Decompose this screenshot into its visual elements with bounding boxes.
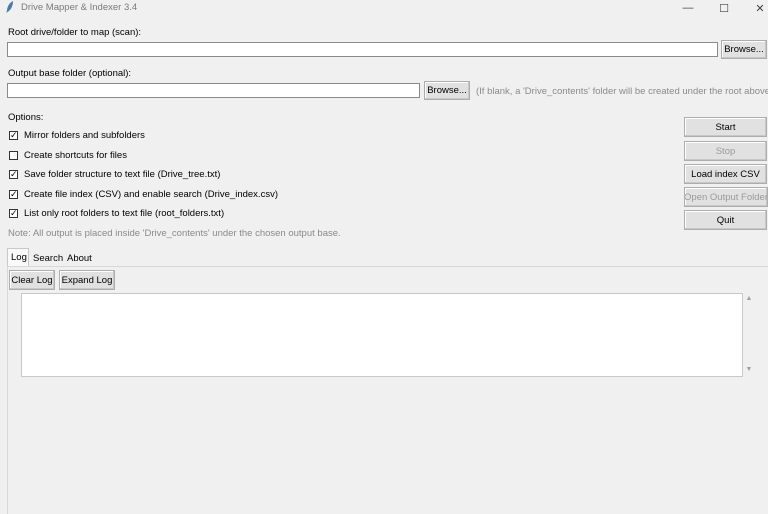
clear-log-button[interactable]: Clear Log — [9, 270, 55, 290]
tab-panel-border — [7, 267, 8, 514]
option-save-tree[interactable]: ✓ Save folder structure to text file (Dr… — [9, 169, 220, 180]
output-browse-button[interactable]: Browse... — [424, 81, 470, 100]
option-label: Create shortcuts for files — [24, 150, 127, 161]
quit-button[interactable]: Quit — [684, 210, 767, 230]
scroll-up-icon[interactable]: ▲ — [744, 294, 754, 304]
checkbox-create-shortcuts[interactable] — [9, 151, 18, 160]
output-folder-input[interactable] — [7, 83, 420, 98]
output-hint: (If blank, a 'Drive_contents' folder wil… — [476, 86, 768, 97]
root-browse-button[interactable]: Browse... — [721, 40, 767, 59]
option-label: List only root folders to text file (roo… — [24, 208, 225, 219]
tab-log-label: Log — [11, 252, 27, 263]
checkbox-root-folders[interactable]: ✓ — [9, 209, 18, 218]
expand-log-button[interactable]: Expand Log — [59, 270, 115, 290]
title-bar: Drive Mapper & Indexer 3.4 — ☐ ✕ — [0, 0, 768, 16]
maximize-icon: ☐ — [719, 2, 729, 15]
checkbox-file-index[interactable]: ✓ — [9, 190, 18, 199]
window-title: Drive Mapper & Indexer 3.4 — [21, 2, 138, 13]
tab-divider — [7, 266, 768, 267]
start-button[interactable]: Start — [684, 117, 767, 137]
option-label: Create file index (CSV) and enable searc… — [24, 189, 278, 200]
feather-icon — [6, 1, 13, 13]
close-icon: ✕ — [755, 2, 765, 15]
option-label: Mirror folders and subfolders — [24, 130, 145, 141]
load-index-button[interactable]: Load index CSV — [684, 164, 767, 184]
tab-log[interactable]: Log — [7, 248, 29, 266]
open-output-folder-button[interactable]: Open Output Folder — [684, 187, 768, 207]
checkbox-save-tree[interactable]: ✓ — [9, 170, 18, 179]
checkbox-mirror-folders[interactable]: ✓ — [9, 131, 18, 140]
tab-search[interactable]: Search — [33, 250, 63, 266]
scroll-down-icon[interactable]: ▼ — [744, 365, 754, 375]
output-note: Note: All output is placed inside 'Drive… — [8, 228, 341, 239]
option-label: Save folder structure to text file (Driv… — [24, 169, 221, 180]
options-heading: Options: — [8, 112, 44, 123]
option-create-shortcuts[interactable]: Create shortcuts for files — [9, 150, 127, 161]
stop-button[interactable]: Stop — [684, 141, 767, 161]
output-folder-label: Output base folder (optional): — [8, 68, 132, 79]
minimize-icon: — — [682, 2, 694, 14]
tab-about-label: About — [67, 252, 92, 264]
tab-search-label: Search — [33, 252, 64, 264]
option-mirror-folders[interactable]: ✓ Mirror folders and subfolders — [9, 130, 145, 141]
option-file-index[interactable]: ✓ Create file index (CSV) and enable sea… — [9, 189, 278, 200]
log-textarea[interactable] — [21, 293, 743, 377]
root-folder-input[interactable] — [7, 42, 718, 57]
root-folder-label: Root drive/folder to map (scan): — [8, 27, 142, 38]
close-button[interactable]: ✕ — [738, 0, 768, 16]
option-root-folders[interactable]: ✓ List only root folders to text file (r… — [9, 208, 224, 219]
tab-about[interactable]: About — [67, 250, 92, 266]
